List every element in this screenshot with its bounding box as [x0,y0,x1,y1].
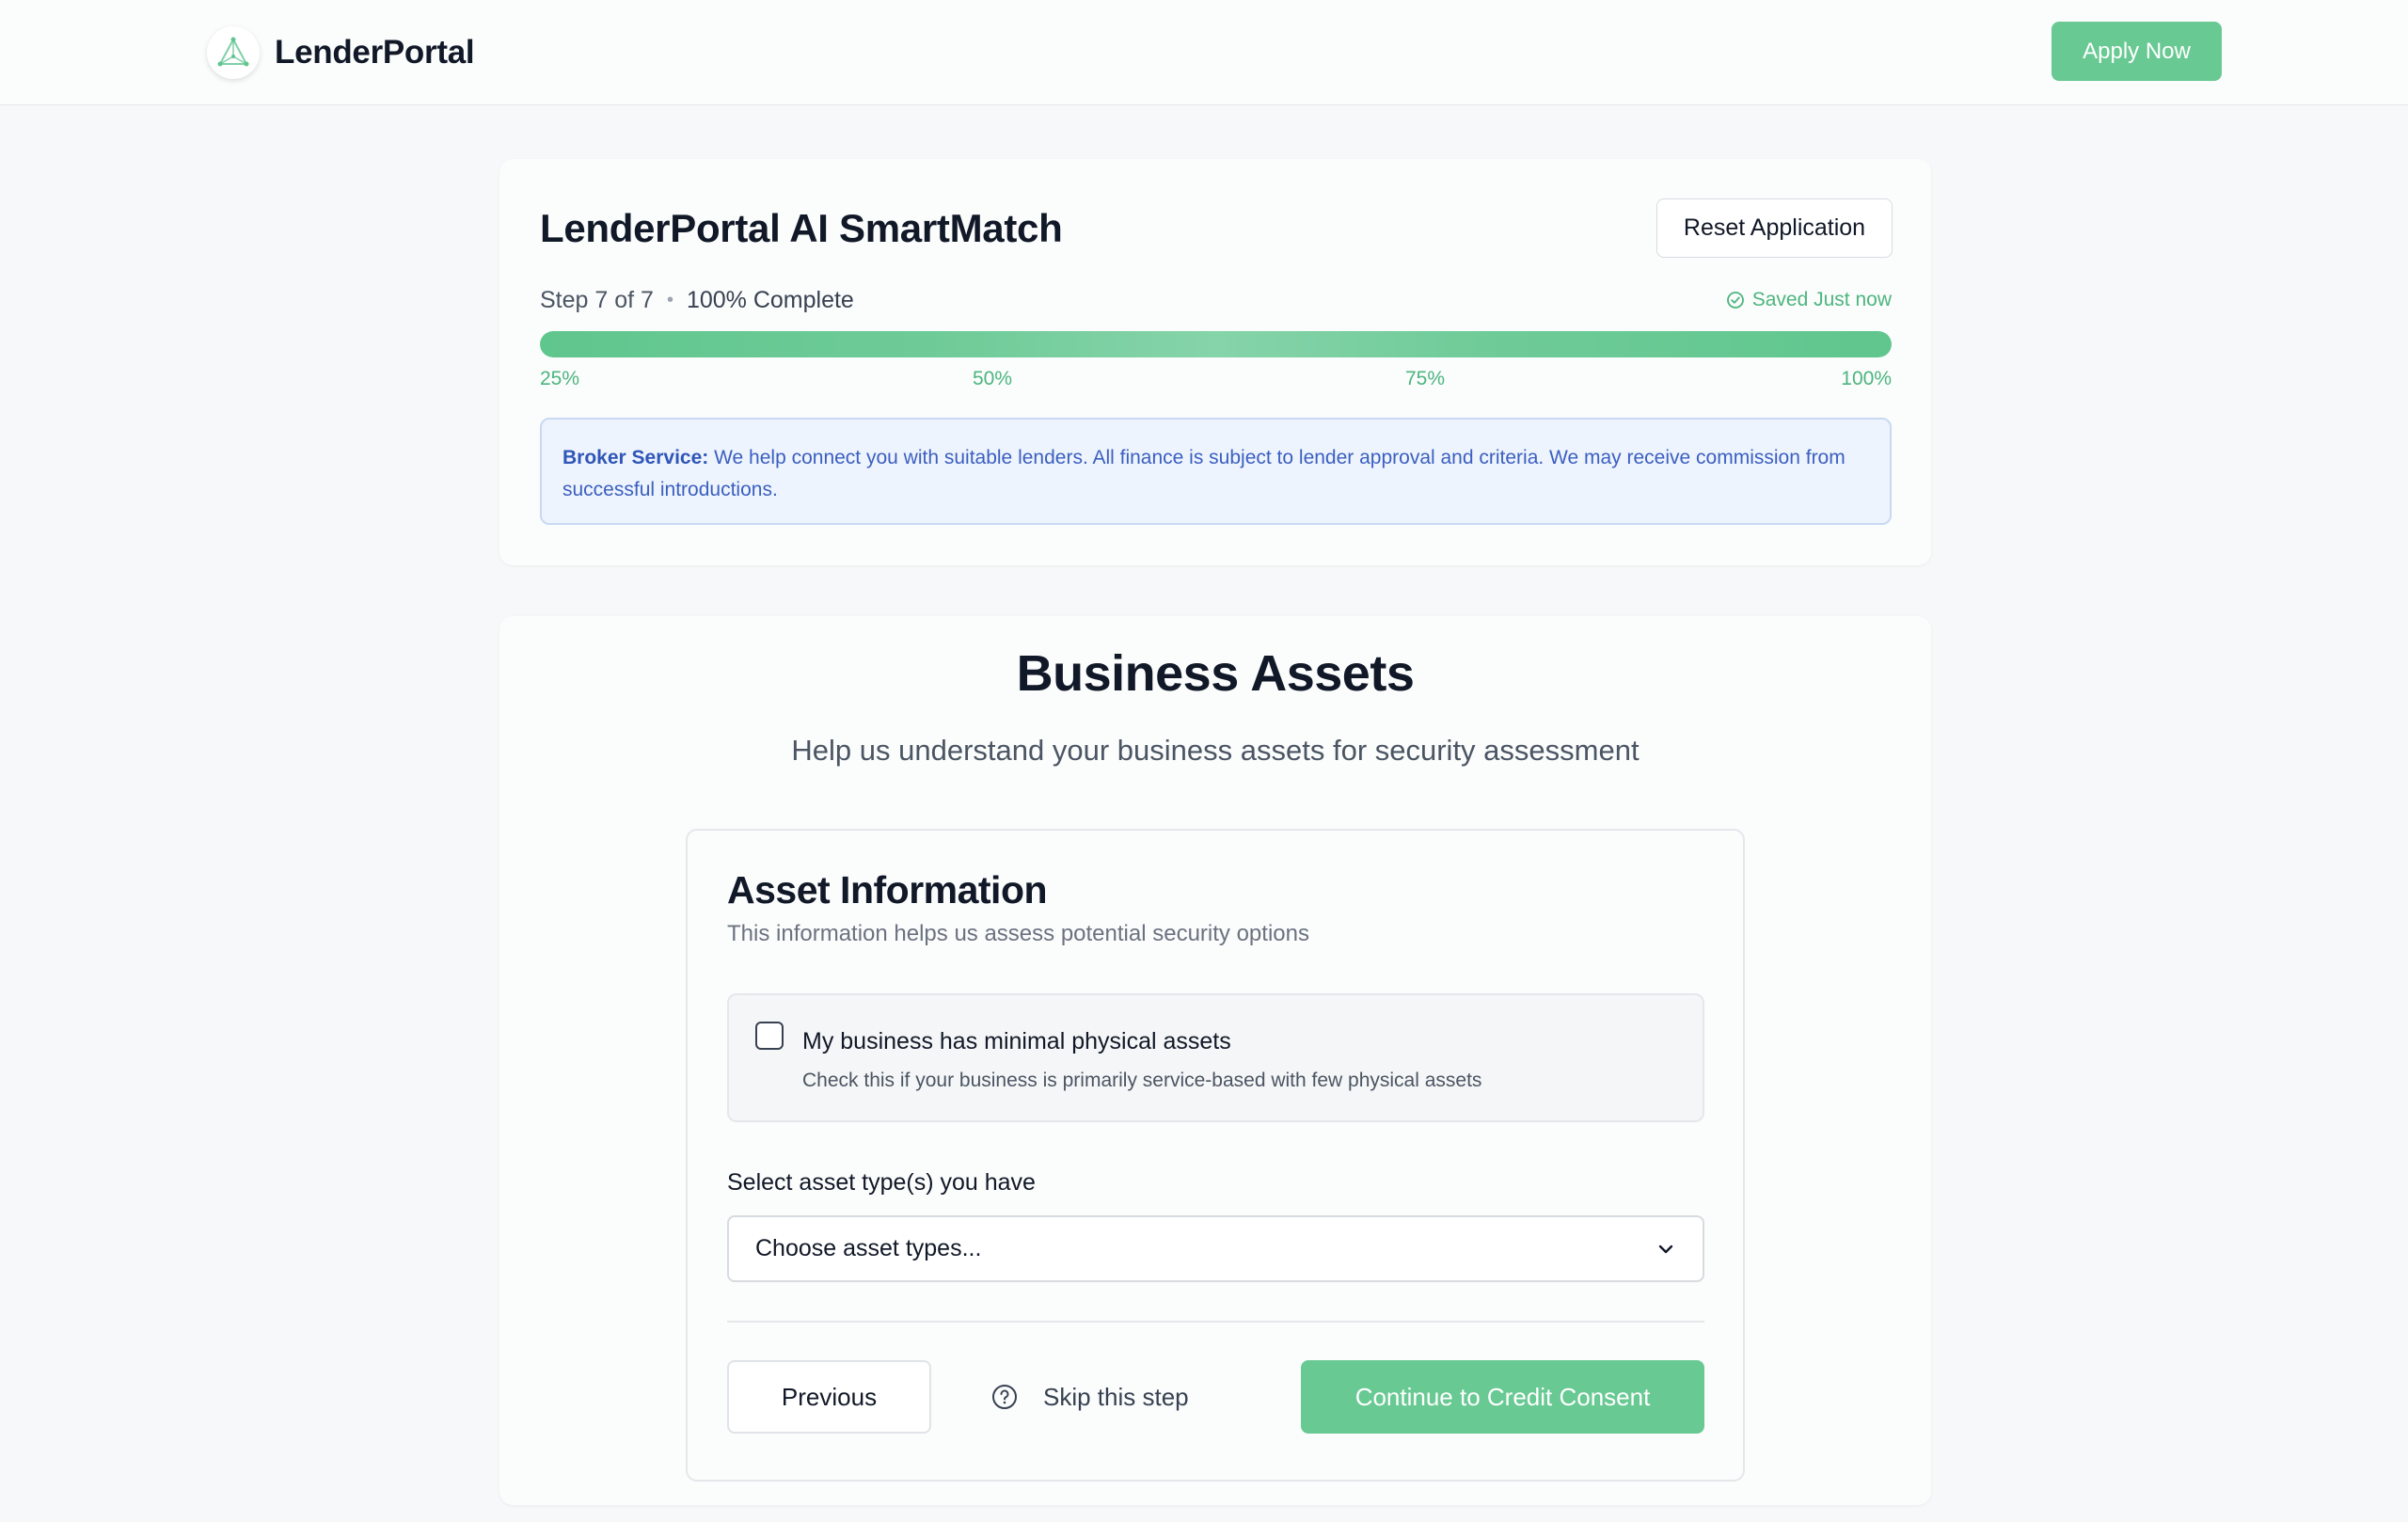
notice-label: Broker Service: [562,447,709,468]
marker-75: 75% [1405,368,1446,389]
brand[interactable]: LenderPortal [207,26,475,79]
asset-type-select[interactable]: Choose asset types... [727,1215,1704,1282]
checkbox-help-text: Check this if your business is primarily… [802,1070,1482,1091]
asset-type-label: Select asset type(s) you have [727,1169,1036,1196]
check-circle-icon [1726,292,1744,309]
asset-info-title: Asset Information [727,868,1048,912]
step-indicator: Step 7 of 7 • 100% Complete [540,287,854,314]
top-navbar: LenderPortal Apply Now [0,0,2408,105]
progress-bar [540,331,1892,357]
question-circle-icon [992,1385,1017,1409]
marker-25: 25% [540,368,580,389]
apply-now-button[interactable]: Apply Now [2052,22,2222,81]
step-text: Step 7 of 7 [540,287,654,313]
marker-50: 50% [973,368,1013,389]
previous-button[interactable]: Previous [727,1360,931,1434]
progress-markers: 25% 50% 75% 100% [540,368,1892,392]
asset-information-card: Asset Information This information helps… [686,829,1745,1482]
progress-card: LenderPortal AI SmartMatch Reset Applica… [499,159,1931,565]
save-status: Saved Just now [1726,289,1892,311]
chevron-down-icon [1658,1245,1673,1253]
asset-type-placeholder: Choose asset types... [755,1235,982,1261]
page-title: LenderPortal AI SmartMatch [540,206,1063,250]
separator-dot: • [666,290,673,310]
notice-text: We help connect you with suitable lender… [562,447,1846,500]
business-assets-card: Business Assets Help us understand your … [499,616,1931,1505]
marker-100: 100% [1841,368,1892,389]
checkbox-label: My business has minimal physical assets [802,1028,1231,1054]
skip-step-label: Skip this step [1043,1382,1189,1411]
reset-application-button[interactable]: Reset Application [1656,198,1893,258]
minimal-assets-option[interactable]: My business has minimal physical assets … [727,993,1704,1122]
brand-name: LenderPortal [275,34,475,71]
broker-service-notice: Broker Service: We help connect you with… [540,418,1892,525]
section-subtitle: Help us understand your business assets … [791,734,1640,767]
skip-step-button[interactable]: Skip this step [990,1360,1207,1434]
percent-complete: 100% Complete [686,287,854,313]
continue-button[interactable]: Continue to Credit Consent [1301,1360,1704,1434]
minimal-assets-checkbox[interactable] [755,1022,784,1050]
logo-icon [207,26,260,79]
saved-text: Saved Just now [1751,289,1892,310]
progress-bar-fill [540,331,1892,357]
section-title: Business Assets [1016,645,1415,702]
divider [727,1321,1704,1323]
asset-info-subtitle: This information helps us assess potenti… [727,921,1309,946]
